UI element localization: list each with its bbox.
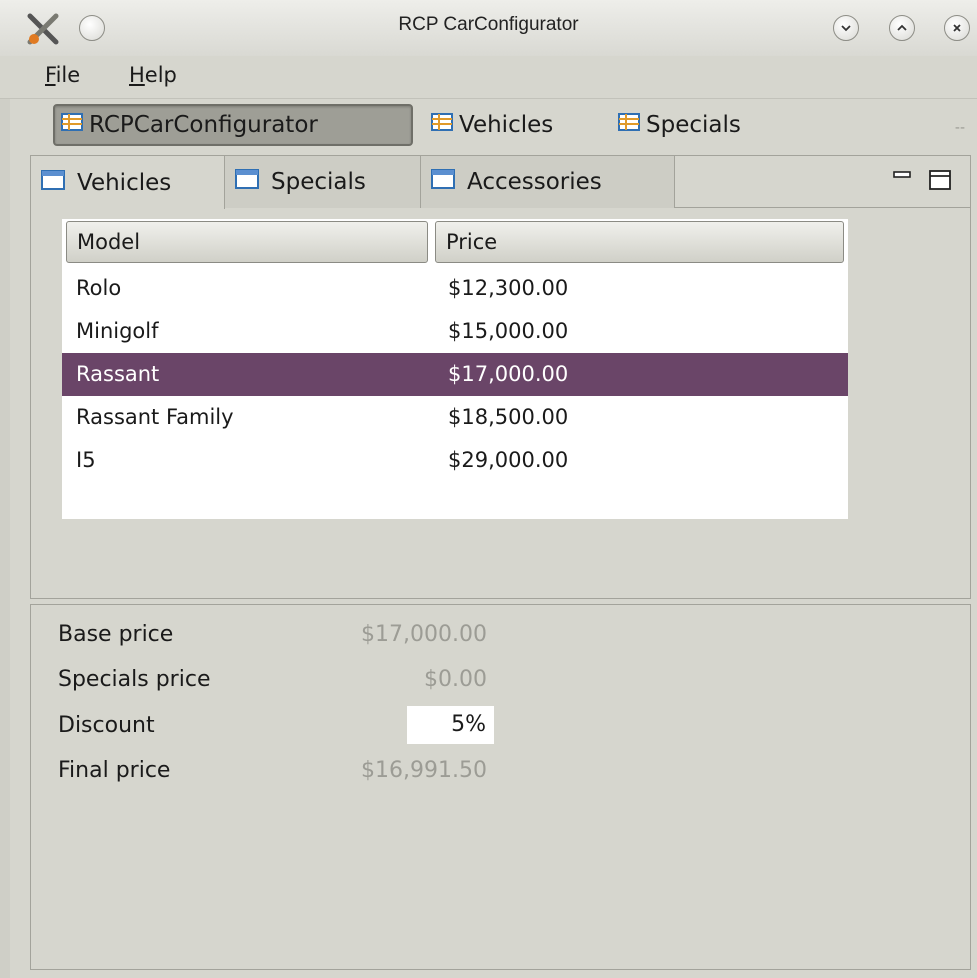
tab-label: Accessories — [467, 169, 602, 195]
menu-help[interactable]: Help — [125, 63, 181, 87]
base-price-label: Base price — [58, 622, 174, 647]
vehicles-table[interactable]: Model Price Rolo $12,300.00 Minigolf $15… — [62, 219, 848, 519]
table-row[interactable]: I5 $29,000.00 — [62, 439, 848, 482]
maximize-button[interactable] — [889, 15, 915, 41]
menu-file[interactable]: File — [41, 63, 84, 87]
cell-model: I5 — [76, 448, 96, 472]
discount-label: Discount — [58, 713, 155, 738]
tab-label: Vehicles — [77, 169, 172, 196]
close-icon — [953, 24, 961, 32]
cell-price: $15,000.00 — [448, 319, 569, 343]
vehicles-view-folder: Vehicles Specials Accessories Model Pric… — [30, 155, 971, 599]
table-row[interactable]: Minigolf $15,000.00 — [62, 310, 848, 353]
table-row-selected[interactable]: Rassant $17,000.00 — [62, 353, 848, 396]
perspective-label: Specials — [646, 112, 741, 138]
perspective-bar: RCPCarConfigurator Vehicles Specials -- — [0, 98, 977, 154]
base-price-value: $17,000.00 — [361, 622, 487, 647]
tab-label: Specials — [271, 169, 366, 195]
menu-bar: File Help — [0, 56, 977, 99]
view-tabstrip: Vehicles Specials Accessories — [31, 156, 970, 209]
cell-price: $12,300.00 — [448, 276, 569, 300]
price-details-panel: Base price $17,000.00 Specials price $0.… — [30, 604, 971, 970]
close-button[interactable] — [944, 15, 970, 41]
menu-file-mnemonic: F — [45, 63, 56, 87]
menu-file-label: ile — [55, 63, 81, 87]
perspective-label: Vehicles — [459, 112, 554, 138]
perspective-vehicles[interactable]: Vehicles — [425, 104, 559, 146]
final-price-label: Final price — [58, 758, 171, 783]
cell-price: $17,000.00 — [448, 362, 569, 386]
window-title: RCP CarConfigurator — [398, 14, 579, 35]
perspective-label: RCPCarConfigurator — [89, 112, 318, 138]
table-header: Model Price — [62, 219, 848, 267]
maximize-view-icon[interactable] — [929, 170, 951, 190]
tab-vehicles[interactable]: Vehicles — [31, 156, 225, 209]
cell-model: Rassant Family — [76, 405, 234, 429]
table-row[interactable]: Rolo $12,300.00 — [62, 267, 848, 310]
view-icon — [235, 168, 259, 196]
cell-model: Minigolf — [76, 319, 159, 343]
minimize-button[interactable] — [833, 15, 859, 41]
table-icon — [61, 112, 83, 138]
tab-accessories[interactable]: Accessories — [421, 156, 675, 208]
perspective-specials[interactable]: Specials — [612, 104, 747, 146]
specials-price-label: Specials price — [58, 667, 211, 692]
minimize-view-icon[interactable] — [893, 170, 911, 182]
perspective-rcpcarconfigurator[interactable]: RCPCarConfigurator — [53, 104, 413, 146]
view-icon — [431, 168, 455, 196]
cell-price: $18,500.00 — [448, 405, 569, 429]
menu-help-label: elp — [144, 63, 177, 87]
cell-price: $29,000.00 — [448, 448, 569, 472]
window-left-border — [0, 56, 10, 978]
view-icon — [41, 169, 65, 197]
column-header-model[interactable]: Model — [66, 221, 428, 263]
perspective-more[interactable]: -- — [955, 120, 965, 136]
cell-model: Rassant — [76, 362, 160, 386]
maximize-icon — [897, 24, 907, 31]
cell-model: Rolo — [76, 276, 122, 300]
table-icon — [618, 112, 640, 138]
tab-specials[interactable]: Specials — [225, 156, 421, 208]
window-titlebar[interactable]: RCP CarConfigurator — [0, 0, 977, 57]
column-header-price[interactable]: Price — [435, 221, 844, 263]
table-row[interactable]: Rassant Family $18,500.00 — [62, 396, 848, 439]
final-price-value: $16,991.50 — [361, 758, 487, 783]
specials-price-value: $0.00 — [424, 667, 487, 692]
discount-field[interactable]: 5% — [407, 706, 494, 744]
table-icon — [431, 112, 453, 138]
minimize-icon — [841, 25, 851, 32]
menu-help-mnemonic: H — [129, 63, 145, 87]
